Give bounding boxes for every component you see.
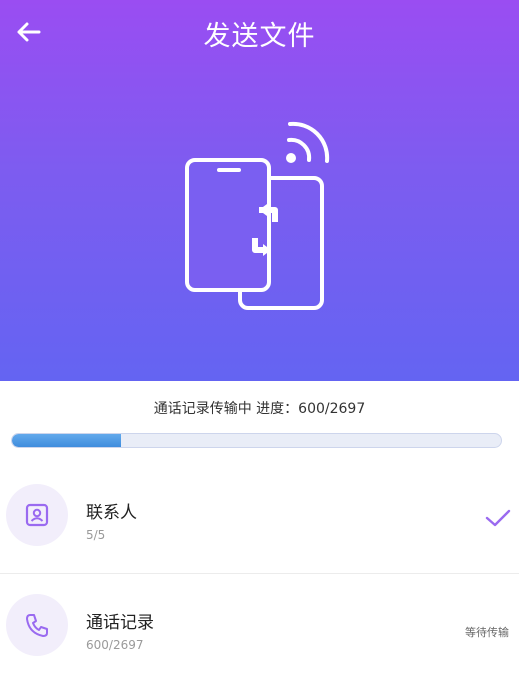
phone-transfer-illustration [185, 121, 330, 310]
check-icon [485, 509, 511, 527]
page-title: 发送文件 [203, 21, 316, 52]
phone-icon [26, 614, 48, 637]
item-count: 5/5 [86, 528, 106, 542]
list-item-contacts[interactable]: 联系人 5/5 [0, 472, 519, 562]
progress-bar-fill [12, 434, 121, 447]
item-title: 联系人 [86, 503, 137, 523]
header-hero: 发送文件 [0, 0, 519, 381]
item-count: 600/2697 [86, 638, 144, 652]
status-label: 等待传输 [465, 626, 509, 639]
progress-label: 通话记录传输中 进度：600/2697 [153, 401, 366, 417]
progress-bar [11, 433, 502, 448]
list-item-call-log[interactable]: 通话记录 600/2697 等待传输 [0, 582, 519, 672]
contact-card-icon [25, 503, 49, 527]
divider [0, 573, 519, 574]
item-title: 通话记录 [86, 613, 154, 633]
